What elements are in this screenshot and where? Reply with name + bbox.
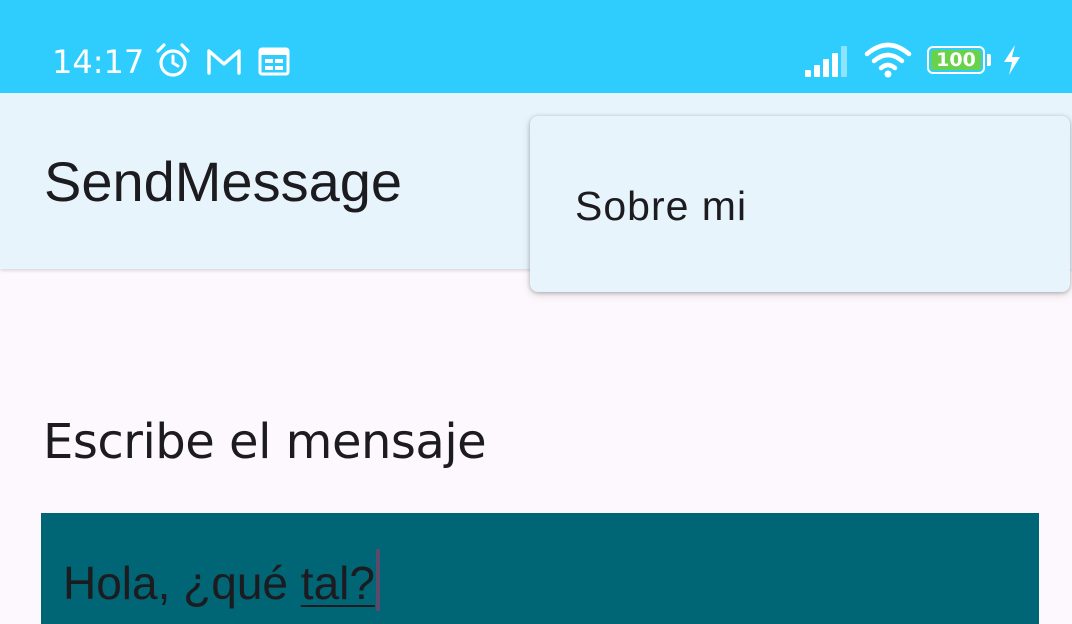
- menu-item-sobre-mi[interactable]: Sobre mi: [530, 116, 1070, 292]
- message-input-value: Hola, ¿qué tal?: [63, 549, 380, 611]
- battery-icon: 100: [927, 46, 985, 74]
- message-input[interactable]: Hola, ¿qué tal?: [41, 513, 1039, 624]
- charging-bolt-icon: [1004, 45, 1020, 75]
- status-time: 14:17: [52, 43, 145, 81]
- signal-icon: [805, 46, 847, 77]
- message-text-prefix: Hola, ¿qué: [63, 557, 301, 609]
- battery-cap: [987, 54, 991, 66]
- gmail-icon: [207, 49, 241, 75]
- menu-item-label: Sobre mi: [575, 183, 748, 229]
- section-heading: Escribe el mensaje: [43, 414, 487, 470]
- alarm-icon: [156, 43, 190, 77]
- battery-level: 100: [936, 49, 976, 71]
- app-title: SendMessage: [44, 150, 403, 213]
- overflow-menu: Sobre mi: [530, 116, 1070, 292]
- message-text-composing: tal?: [300, 557, 375, 609]
- status-bar: 14:17 100: [0, 0, 1072, 93]
- calendar-icon: [258, 47, 290, 76]
- wifi-icon: [864, 42, 912, 78]
- text-cursor: [375, 549, 380, 611]
